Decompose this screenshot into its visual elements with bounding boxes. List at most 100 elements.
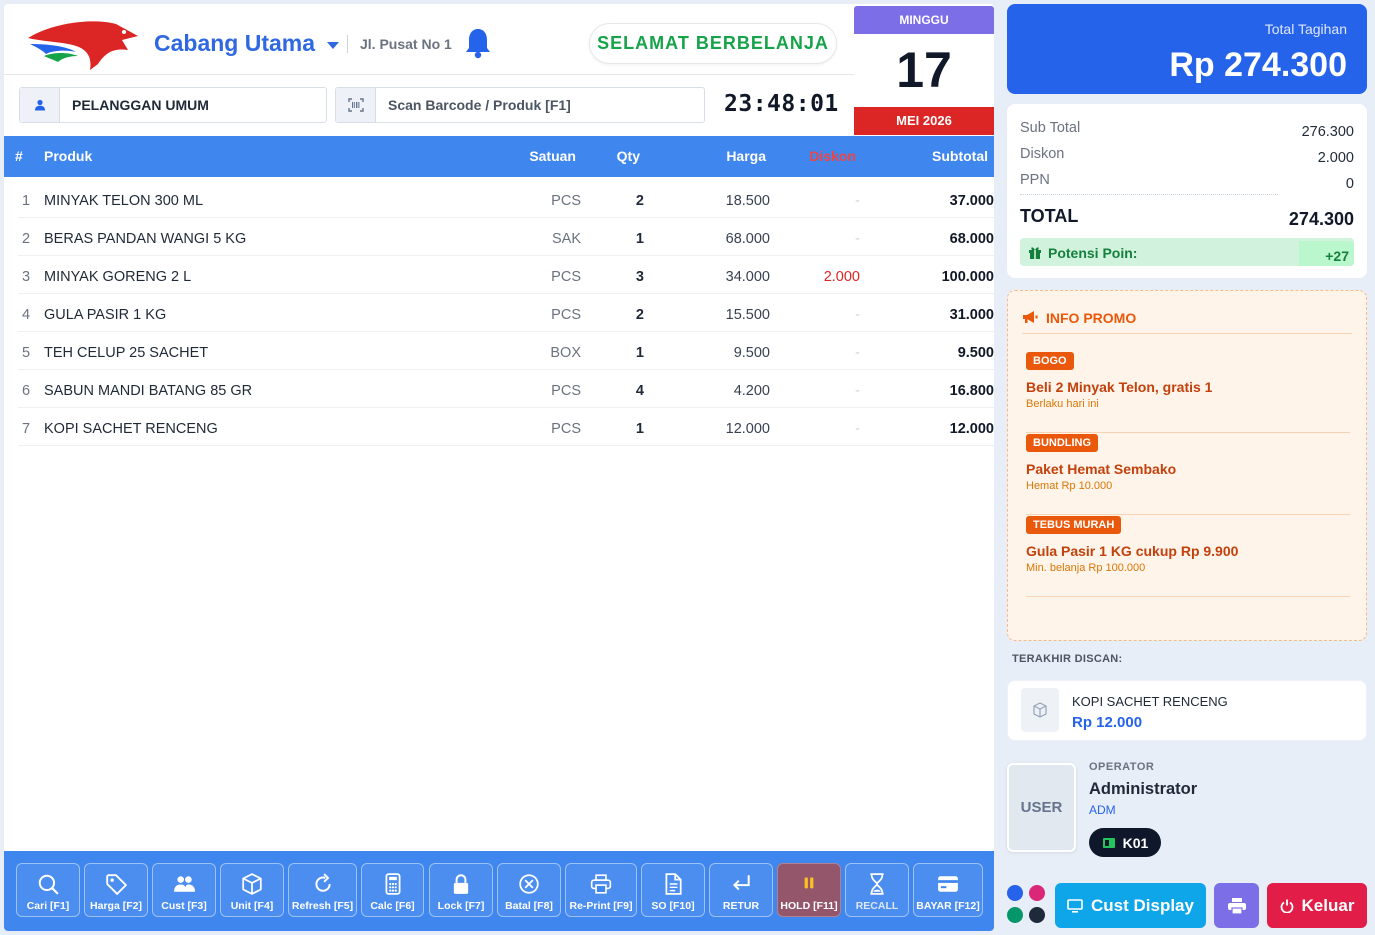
customer-selector[interactable]: PELANGGAN UMUM	[19, 87, 327, 123]
toolbar-button-recall[interactable]: RECALL	[845, 863, 909, 917]
cash-register-icon	[1102, 837, 1115, 848]
subtotal-label: Sub Total	[1020, 120, 1081, 136]
barcode-scan-field[interactable]	[335, 87, 705, 123]
print-button[interactable]	[1214, 883, 1259, 928]
operator-label: OPERATOR	[1089, 761, 1155, 773]
promo-item-title: Gula Pasir 1 KG cukup Rp 9.900	[1026, 543, 1239, 559]
cell-unit: PCS	[551, 421, 581, 437]
theme-dot-dark[interactable]	[1029, 907, 1045, 923]
table-row[interactable]: 5 TEH CELUP 25 SACHET BOX 1 9.500 - 9.500	[18, 332, 994, 370]
calendar-month: MEI 2026	[854, 107, 994, 135]
promo-item: BUNDLING Paket Hemat Sembako Hemat Rp 10.0…	[1026, 433, 1350, 515]
cust-display-button[interactable]: Cust Display	[1055, 883, 1206, 928]
table-row[interactable]: 2 BERAS PANDAN WANGI 5 KG SAK 1 68.000 - 68.00…	[18, 218, 994, 256]
cell-price: 18.500	[725, 193, 770, 209]
bell-icon[interactable]	[465, 27, 491, 59]
toolbar-button-bayar[interactable]: BAYAR [F12]	[913, 863, 983, 917]
cell-price: 4.200	[733, 383, 770, 399]
toolbar-button-label: SO [F10]	[651, 900, 695, 912]
points-value: +27	[1299, 241, 1354, 266]
function-key-toolbar: Cari [F1] Harga [F2] Cust [F3] Unit [F4] Ref…	[4, 851, 994, 931]
cell-no: 3	[22, 269, 31, 285]
cell-discount: -	[855, 383, 860, 399]
toolbar-button-re-print[interactable]: Re-Print [F9]	[565, 863, 637, 917]
user-icon	[20, 88, 60, 122]
col-subtotal: Subtotal	[932, 148, 988, 164]
table-row[interactable]: 7 KOPI SACHET RENCENG PCS 1 12.000 - 12.000	[18, 408, 994, 446]
cell-discount: -	[855, 421, 860, 437]
cell-unit: BOX	[550, 345, 581, 361]
cell-no: 5	[22, 345, 31, 361]
brand-logo	[28, 21, 138, 70]
cell-product: MINYAK GORENG 2 L	[44, 269, 192, 285]
summary-grand-total: TOTAL 274.300	[1020, 206, 1354, 229]
box-icon	[242, 873, 262, 895]
barcode-icon	[336, 88, 376, 122]
calendar-weekday: MINGGU	[854, 6, 994, 34]
tax-value: 0	[1345, 176, 1354, 192]
printer-icon	[590, 874, 612, 894]
cell-unit: PCS	[551, 383, 581, 399]
register-code: K01	[1122, 834, 1149, 851]
discount-value: 2.000	[1317, 150, 1354, 166]
cell-subtotal: 100.000	[941, 269, 994, 285]
card-icon	[938, 876, 958, 892]
cell-product: BERAS PANDAN WANGI 5 KG	[44, 231, 247, 247]
toolbar-button-label: Unit [F4]	[230, 900, 274, 912]
promo-item-title: Beli 2 Minyak Telon, gratis 1	[1026, 379, 1213, 395]
search-icon	[38, 874, 59, 895]
promo-item-subtitle: Min. belanja Rp 100.000	[1026, 562, 1146, 574]
toolbar-button-harga[interactable]: Harga [F2]	[84, 863, 148, 917]
logout-label: Keluar	[1301, 895, 1355, 915]
toolbar-button-cust[interactable]: Cust [F3]	[152, 863, 216, 917]
col-price: Harga	[726, 148, 766, 164]
barcode-input[interactable]	[376, 88, 696, 122]
cell-price: 68.000	[725, 231, 770, 247]
avatar: USER	[1007, 763, 1076, 852]
cell-unit: PCS	[551, 193, 581, 209]
toolbar-button-lock[interactable]: Lock [F7]	[429, 863, 493, 917]
table-row[interactable]: 1 MINYAK TELON 300 ML PCS 2 18.500 - 37.000	[18, 180, 994, 218]
grand-total-label: TOTAL	[1020, 206, 1079, 226]
toolbar-button-refresh[interactable]: Refresh [F5]	[288, 863, 357, 917]
branch-selector[interactable]: Cabang Utama	[154, 30, 340, 57]
summary-card: Sub Total 276.300 Diskon 2.000 PPN 0 TOT…	[1007, 104, 1367, 278]
points-label: Potensi Poin:	[1048, 245, 1138, 261]
toolbar-button-retur[interactable]: RETUR	[709, 863, 773, 917]
logout-button[interactable]: Keluar	[1267, 883, 1367, 928]
cell-product: MINYAK TELON 300 ML	[44, 193, 204, 209]
cell-subtotal: 12.000	[949, 421, 994, 437]
cell-qty: 4	[635, 383, 644, 399]
table-row[interactable]: 3 MINYAK GORENG 2 L PCS 3 34.000 2.000 100.000	[18, 256, 994, 294]
theme-dot-green[interactable]	[1007, 907, 1023, 923]
toolbar-button-batal[interactable]: Batal [F8]	[497, 863, 561, 917]
cell-no: 1	[22, 193, 31, 209]
toolbar-button-label: Harga [F2]	[90, 900, 142, 912]
theme-dot-blue[interactable]	[1007, 885, 1023, 901]
promo-item-subtitle: Berlaku hari ini	[1026, 398, 1099, 410]
welcome-banner: SELAMAT BERBELANJA	[589, 23, 837, 64]
theme-dot-pink[interactable]	[1029, 885, 1045, 901]
toolbar-button-cari[interactable]: Cari [F1]	[16, 863, 80, 917]
table-row[interactable]: 4 GULA PASIR 1 KG PCS 2 15.500 - 31.000	[18, 294, 994, 332]
cell-price: 34.000	[725, 269, 770, 285]
toolbar-button-hold[interactable]: HOLD [F11]	[777, 863, 841, 917]
cell-unit: SAK	[551, 231, 581, 247]
refresh-icon	[314, 873, 331, 892]
monitor-icon	[1067, 898, 1083, 913]
table-row[interactable]: 6 SABUN MANDI BATANG 85 GR PCS 4 4.200 - 16.80…	[18, 370, 994, 408]
cell-subtotal: 68.000	[949, 231, 994, 247]
promo-badge: BOGO	[1026, 352, 1074, 370]
col-unit: Satuan	[529, 148, 576, 164]
package-icon	[1021, 688, 1059, 732]
promo-info-card: INFO PROMO BOGO Beli 2 Minyak Telon, grat…	[1007, 290, 1367, 641]
toolbar-button-unit[interactable]: Unit [F4]	[220, 863, 284, 917]
promo-title-text: INFO PROMO	[1046, 310, 1137, 326]
cell-discount: -	[855, 193, 860, 209]
theme-switcher	[1007, 885, 1047, 925]
toolbar-button-label: Refresh [F5]	[291, 900, 354, 912]
toolbar-button-calc[interactable]: Calc [F6]	[361, 863, 424, 917]
cell-product: KOPI SACHET RENCENG	[44, 421, 218, 437]
cell-price: 12.000	[725, 421, 770, 437]
toolbar-button-so[interactable]: SO [F10]	[641, 863, 705, 917]
